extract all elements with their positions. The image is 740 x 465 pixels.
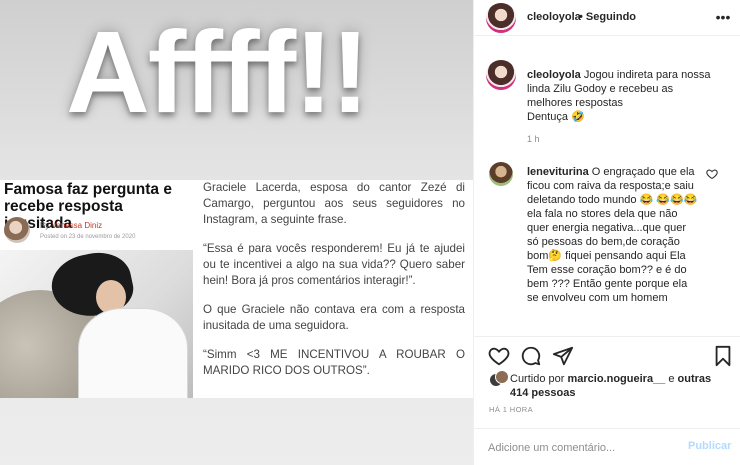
caption-text: cleoloyola Jogou indireta para nossa lin…: [527, 68, 717, 124]
header-username[interactable]: cleoloyola: [527, 11, 581, 23]
caption-username[interactable]: cleoloyola: [527, 69, 581, 81]
commenter-avatar[interactable]: [489, 162, 513, 186]
overlay-big-text: Affff!!: [66, 7, 370, 137]
post-image: Affff!! Famosa faz pergunta e recebe res…: [0, 0, 473, 465]
commenter-username[interactable]: leneviturina: [527, 166, 589, 178]
article-author-row: By Vanessa Diniz Posted on 23 de novembr…: [4, 217, 194, 247]
likes-text: Curtido por marcio.nogueira__ e outras 4…: [510, 372, 730, 400]
author-by-label: By: [40, 221, 52, 230]
likes-mid: e: [665, 373, 678, 385]
publish-button[interactable]: Publicar: [688, 440, 731, 452]
liker-username[interactable]: marcio.nogueira__: [567, 373, 665, 385]
liker-avatars: [489, 370, 509, 390]
follow-status[interactable]: • Seguindo: [579, 11, 636, 23]
article-body: Graciele Lacerda, esposa do cantor Zezé …: [203, 180, 465, 392]
comment-input[interactable]: [488, 440, 668, 456]
likes-prefix: Curtido por: [510, 373, 568, 385]
comment-body: O engraçado que ela ficou com raiva da r…: [527, 166, 698, 304]
more-horizontal-icon[interactable]: •••: [715, 10, 731, 24]
author-byline: By Vanessa Diniz: [40, 221, 102, 230]
likes-summary: Curtido por marcio.nogueira__ e outras 4…: [474, 366, 740, 400]
liker-avatar: [495, 370, 509, 384]
caption-time: 1 h: [527, 134, 540, 144]
caption-body-line2: Dentuça 🤣: [527, 111, 585, 123]
article-photo: [0, 250, 193, 398]
caption-avatar[interactable]: [486, 60, 516, 90]
article-date: Posted on 23 de novembro de 2020: [40, 234, 136, 240]
article-paragraph: O que Graciele não contava era com a res…: [203, 303, 465, 332]
post-side-panel: cleoloyola • Seguindo ••• cleoloyola Jog…: [473, 0, 740, 465]
article-screenshot: Famosa faz pergunta e recebe resposta in…: [0, 180, 473, 398]
save-bookmark-icon[interactable]: [712, 345, 734, 367]
article-paragraph: “Essa é para vocês responderem! Eu já te…: [203, 242, 465, 287]
comment-like-heart-icon[interactable]: [706, 168, 718, 180]
post-time-ago[interactable]: HÁ 1 HORA: [489, 405, 533, 414]
photo-shirt: [78, 308, 188, 398]
like-heart-icon[interactable]: [488, 345, 510, 367]
post-header: cleoloyola • Seguindo •••: [474, 0, 740, 36]
author-name: Vanessa Diniz: [51, 221, 103, 230]
comments-list[interactable]: cleoloyola Jogou indireta para nossa lin…: [474, 46, 740, 336]
post-actions: [474, 336, 740, 367]
comment-text: leneviturina O engraçado que ela ficou c…: [527, 165, 699, 305]
article-paragraph: Graciele Lacerda, esposa do cantor Zezé …: [203, 181, 465, 226]
comment-bubble-icon[interactable]: [520, 345, 542, 367]
add-comment-bar: Publicar: [474, 428, 740, 465]
header-avatar[interactable]: [486, 3, 516, 33]
article-paragraph: “Simm <3 ME INCENTIVOU A ROUBAR O MARIDO…: [203, 348, 465, 377]
share-paper-plane-icon[interactable]: [552, 345, 574, 367]
author-avatar: [4, 217, 30, 243]
